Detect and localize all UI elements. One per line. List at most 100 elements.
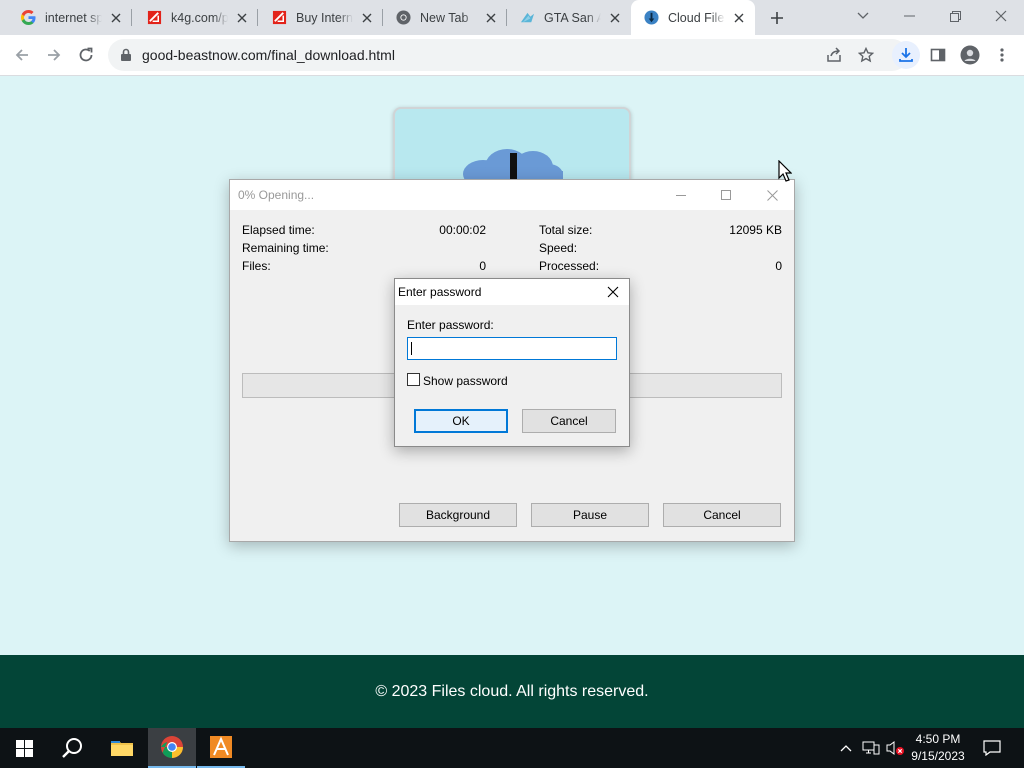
notification-icon: [983, 740, 1001, 756]
tab-search-button[interactable]: [840, 0, 886, 32]
close-tab-icon[interactable]: [483, 10, 499, 26]
window-titlebar[interactable]: 0% Opening...: [230, 180, 794, 210]
volume-button[interactable]: [884, 728, 906, 768]
restore-button[interactable]: [932, 0, 978, 32]
minimize-icon: [676, 194, 686, 196]
plus-icon: [771, 12, 783, 24]
search-button[interactable]: [48, 728, 96, 768]
close-icon: [995, 10, 1007, 22]
downloads-button[interactable]: [892, 41, 920, 69]
mouse-cursor: [778, 159, 793, 187]
remaining-time-label: Remaining time:: [242, 241, 329, 255]
k4g-icon: [271, 10, 287, 26]
share-button[interactable]: [820, 41, 848, 69]
show-password-checkbox[interactable]: [407, 373, 420, 386]
restore-icon: [949, 10, 961, 22]
side-panel-button[interactable]: [924, 41, 952, 69]
notifications-button[interactable]: [978, 728, 1006, 768]
elapsed-time-value: 00:00:02: [439, 223, 486, 237]
reload-button[interactable]: [72, 41, 100, 69]
k4g-icon: [146, 10, 162, 26]
search-icon: [62, 738, 82, 758]
address-bar[interactable]: good-beastnow.com/final_download.html: [108, 39, 908, 71]
close-tab-icon[interactable]: [234, 10, 250, 26]
close-tab-icon[interactable]: [108, 10, 124, 26]
chevron-up-icon: [840, 745, 852, 752]
processed-label: Processed:: [539, 259, 600, 273]
lock-icon: [120, 48, 132, 67]
star-icon: [858, 47, 874, 63]
pause-button[interactable]: Pause: [531, 503, 649, 527]
page-footer: © 2023 Files cloud. All rights reserved.: [0, 655, 1024, 728]
start-icon: [15, 739, 33, 757]
maximize-button[interactable]: [703, 180, 749, 210]
file-explorer-button[interactable]: [98, 728, 146, 768]
windows-taskbar: 4:50 PM 9/15/2023: [0, 728, 1024, 768]
tab-strip: internet speed k4g.com/pr Buy Internet N…: [0, 0, 1024, 35]
profile-button[interactable]: [956, 41, 984, 69]
close-tab-icon[interactable]: [607, 10, 623, 26]
network-button[interactable]: [860, 728, 882, 768]
back-button[interactable]: [8, 41, 36, 69]
window-title: 0% Opening...: [238, 188, 315, 202]
close-icon: [607, 286, 619, 298]
close-icon: [766, 189, 778, 201]
arrow-left-icon: [15, 49, 28, 61]
tab-cloud-files[interactable]: Cloud Files: [631, 0, 755, 35]
start-button[interactable]: [0, 728, 48, 768]
show-hidden-icons-button[interactable]: [836, 728, 856, 768]
tab-buy-internet[interactable]: Buy Internet: [259, 0, 383, 35]
speed-label: Speed:: [539, 241, 578, 255]
tab-k4g-pr[interactable]: k4g.com/pr: [134, 0, 258, 35]
file-explorer-icon: [111, 741, 133, 756]
chrome-taskbar-button[interactable]: [148, 728, 196, 768]
password-label: Enter password:: [407, 318, 494, 332]
bookmark-button[interactable]: [852, 41, 880, 69]
reload-icon: [79, 47, 93, 62]
enter-password-dialog: Enter password Enter password: Show pass…: [394, 278, 630, 447]
archiver-icon: [210, 736, 232, 758]
new-tab-button[interactable]: [765, 6, 789, 30]
taskbar-clock[interactable]: 4:50 PM 9/15/2023: [904, 731, 972, 765]
menu-button[interactable]: [988, 41, 1016, 69]
minimize-icon: [903, 15, 915, 17]
files-label: Files:: [242, 259, 271, 273]
close-tab-icon[interactable]: [359, 10, 375, 26]
tab-gta-san-andreas[interactable]: GTA San Andreas: [507, 0, 631, 35]
gta-icon: [519, 10, 535, 26]
ok-button[interactable]: OK: [414, 409, 508, 433]
elapsed-time-label: Elapsed time:: [242, 223, 315, 237]
tab-new-tab[interactable]: New Tab: [383, 0, 507, 35]
dialog-titlebar[interactable]: Enter password: [395, 279, 629, 305]
pointer-icon: [778, 159, 793, 182]
forward-button[interactable]: [40, 41, 68, 69]
archiver-taskbar-button[interactable]: [197, 728, 245, 768]
tab-title: k4g.com/pr: [171, 10, 228, 25]
text-caret: [411, 342, 412, 355]
chevron-down-icon: [857, 12, 869, 19]
dialog-close-button[interactable]: [601, 281, 625, 303]
cancel-button[interactable]: Cancel: [522, 409, 616, 433]
tab-title: internet speed: [45, 10, 102, 25]
network-icon: [862, 741, 880, 755]
tab-internet-speed[interactable]: internet speed: [8, 0, 132, 35]
download-icon: [899, 48, 913, 62]
more-vert-icon: [1000, 48, 1004, 62]
minimize-button[interactable]: [658, 180, 704, 210]
tab-title: Cloud Files: [668, 10, 725, 25]
show-password-label[interactable]: Show password: [423, 374, 508, 388]
side-panel-icon: [930, 48, 946, 62]
close-window-button[interactable]: [978, 0, 1024, 32]
browser-toolbar: good-beastnow.com/final_download.html: [0, 35, 1024, 76]
background-button[interactable]: Background: [399, 503, 517, 527]
close-tab-icon[interactable]: [731, 10, 747, 26]
files-value: 0: [479, 259, 486, 273]
processed-value: 0: [775, 259, 782, 273]
tab-title: GTA San Andreas: [544, 10, 601, 25]
minimize-button[interactable]: [886, 0, 932, 32]
avatar-icon: [960, 45, 980, 65]
tab-title: New Tab: [420, 10, 469, 25]
cancel-button[interactable]: Cancel: [663, 503, 781, 527]
password-input[interactable]: [407, 337, 617, 360]
dialog-title: Enter password: [398, 285, 482, 299]
